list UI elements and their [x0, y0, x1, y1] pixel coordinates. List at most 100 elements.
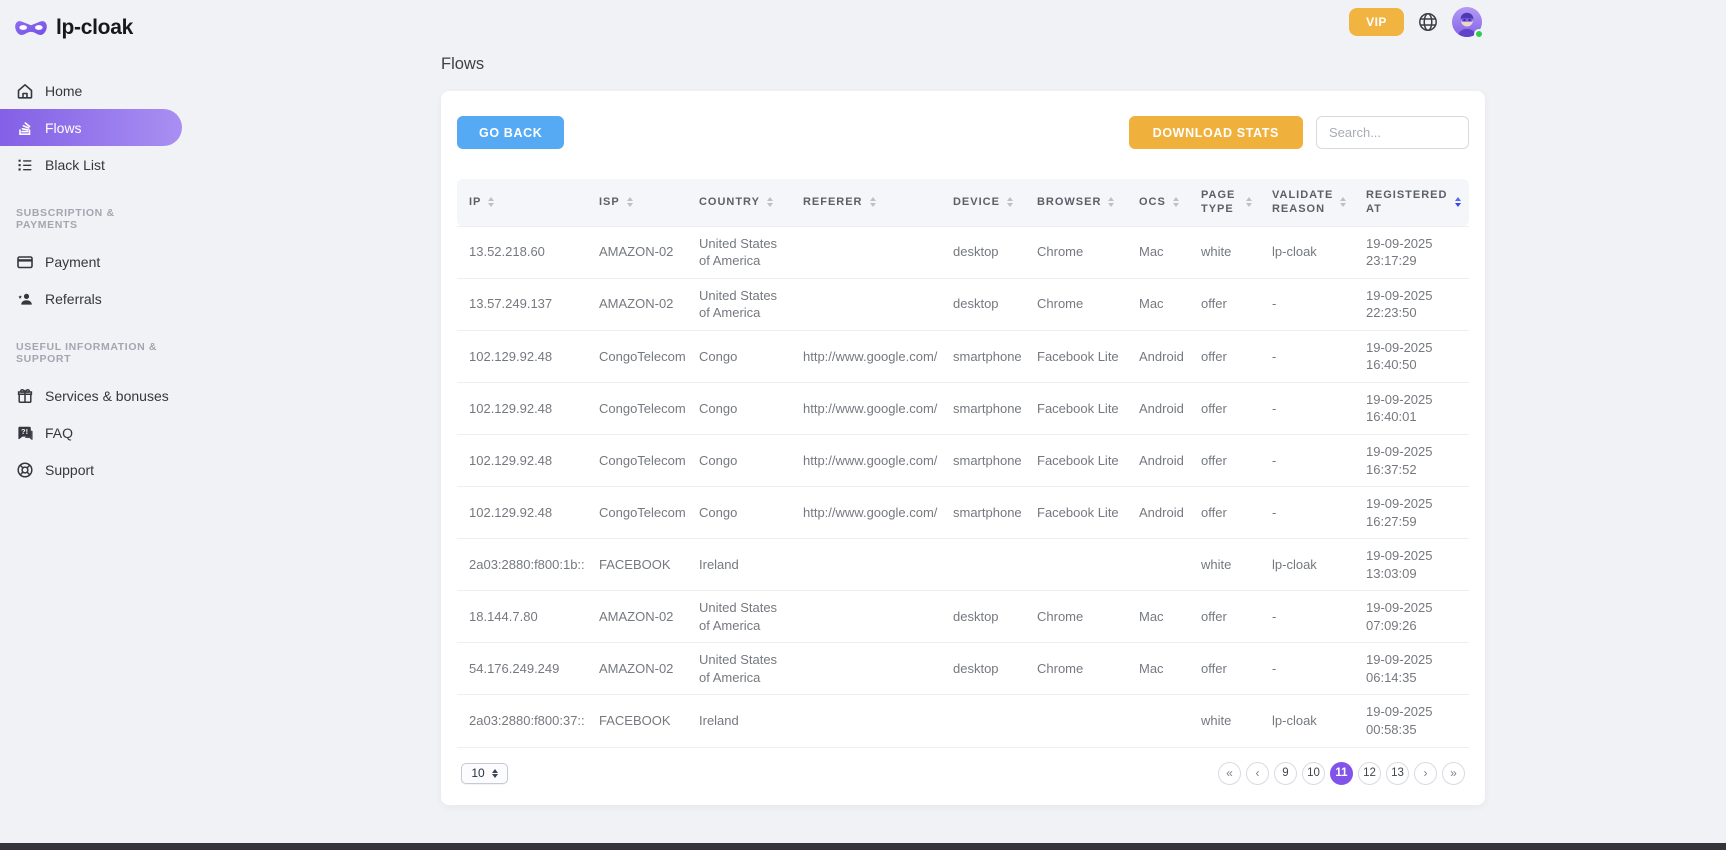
sidebar-item-flows[interactable]: Flows: [0, 109, 182, 146]
cell-validate-reason: lp-cloak: [1260, 226, 1354, 278]
page-size-select[interactable]: 10: [461, 763, 508, 784]
next-page-button[interactable]: ›: [1414, 762, 1437, 785]
cell-ip: 13.52.218.60: [457, 226, 587, 278]
page-button[interactable]: 9: [1274, 762, 1297, 785]
cell-referer: [791, 695, 941, 747]
cell-device: [941, 695, 1025, 747]
column-header-ocs[interactable]: OCS: [1127, 179, 1189, 226]
cell-referer: [791, 591, 941, 643]
cell-registered-at: 19-09-2025 16:27:59: [1354, 487, 1469, 539]
sort-icon-active: [1455, 197, 1461, 207]
cell-ip: 54.176.249.249: [457, 643, 587, 695]
column-header-referer[interactable]: REFERER: [791, 179, 941, 226]
cell-ocs: Android: [1127, 382, 1189, 434]
search-input[interactable]: [1316, 116, 1469, 149]
sidebar-item-support[interactable]: Support: [0, 451, 182, 488]
column-header-ip[interactable]: IP: [457, 179, 587, 226]
sidebar-item-services-bonuses[interactable]: Services & bonuses: [0, 377, 182, 414]
gift-icon: [16, 387, 34, 405]
cell-device: smartphone: [941, 487, 1025, 539]
column-header-browser[interactable]: BROWSER: [1025, 179, 1127, 226]
page-button[interactable]: 10: [1302, 762, 1325, 785]
sidebar-item-home[interactable]: Home: [0, 72, 182, 109]
download-stats-button[interactable]: DOWNLOAD STATS: [1129, 116, 1303, 149]
cell-country: United States of America: [687, 591, 791, 643]
cell-isp: CongoTelecom: [587, 487, 687, 539]
cell-browser: Facebook Lite: [1025, 487, 1127, 539]
sort-icon: [627, 197, 633, 207]
cell-ip: 102.129.92.48: [457, 330, 587, 382]
page-button[interactable]: 11: [1330, 762, 1353, 785]
sidebar: lp-cloak Home Flows Black List SUBSCRIPT…: [0, 0, 200, 850]
sidebar-item-black-list[interactable]: Black List: [0, 146, 182, 183]
first-page-button[interactable]: «: [1218, 762, 1241, 785]
last-page-button[interactable]: »: [1442, 762, 1465, 785]
table-row: 102.129.92.48 CongoTelecom Congo http://…: [457, 434, 1469, 486]
cell-device: smartphone: [941, 330, 1025, 382]
cell-ocs: Mac: [1127, 591, 1189, 643]
sort-icon: [870, 197, 876, 207]
cell-country: Congo: [687, 434, 791, 486]
column-header-country[interactable]: COUNTRY: [687, 179, 791, 226]
brand-logo: lp-cloak: [0, 10, 200, 46]
cell-browser: Chrome: [1025, 643, 1127, 695]
column-header-validate-reason[interactable]: VALIDATE REASON: [1260, 179, 1354, 226]
cell-ocs: Mac: [1127, 226, 1189, 278]
page-button[interactable]: 13: [1386, 762, 1409, 785]
cell-validate-reason: -: [1260, 382, 1354, 434]
page-button[interactable]: 12: [1358, 762, 1381, 785]
column-header-registered-at[interactable]: REGISTERED AT: [1354, 179, 1469, 226]
cell-isp: AMAZON-02: [587, 591, 687, 643]
table-row: 13.57.249.137 AMAZON-02 United States of…: [457, 278, 1469, 330]
cell-country: United States of America: [687, 226, 791, 278]
table-header: IP ISP COUNTRY REFERER DEVICE BROWSER OC…: [457, 179, 1469, 226]
cell-validate-reason: lp-cloak: [1260, 539, 1354, 591]
cell-ip: 102.129.92.48: [457, 382, 587, 434]
sidebar-item-label: Support: [45, 462, 94, 478]
cell-referer: [791, 539, 941, 591]
stepper-icon: [492, 769, 498, 778]
column-header-isp[interactable]: ISP: [587, 179, 687, 226]
cell-browser: Facebook Lite: [1025, 382, 1127, 434]
cell-isp: AMAZON-02: [587, 226, 687, 278]
cell-validate-reason: -: [1260, 643, 1354, 695]
cell-referer: http://www.google.com/: [791, 487, 941, 539]
sidebar-item-faq[interactable]: ?! FAQ: [0, 414, 182, 451]
bottom-edge: [0, 843, 1726, 850]
sort-icon: [1340, 197, 1346, 207]
cell-device: smartphone: [941, 434, 1025, 486]
prev-page-button[interactable]: ‹: [1246, 762, 1269, 785]
cell-validate-reason: -: [1260, 434, 1354, 486]
cell-ip: 18.144.7.80: [457, 591, 587, 643]
cell-referer: http://www.google.com/: [791, 434, 941, 486]
flows-card: GO BACK DOWNLOAD STATS IP ISP COUNTRY RE…: [441, 91, 1485, 805]
cell-referer: http://www.google.com/: [791, 382, 941, 434]
pagination: « ‹ 9 10 11 12 13: [1218, 762, 1465, 785]
cell-device: desktop: [941, 643, 1025, 695]
cell-isp: AMAZON-02: [587, 643, 687, 695]
cell-country: Congo: [687, 330, 791, 382]
column-header-device[interactable]: DEVICE: [941, 179, 1025, 226]
cell-page-type: offer: [1189, 643, 1260, 695]
cell-isp: FACEBOOK: [587, 695, 687, 747]
cell-registered-at: 19-09-2025 16:40:50: [1354, 330, 1469, 382]
column-header-page-type[interactable]: PAGE TYPE: [1189, 179, 1260, 226]
table-row: 102.129.92.48 CongoTelecom Congo http://…: [457, 330, 1469, 382]
cell-validate-reason: -: [1260, 278, 1354, 330]
cell-browser: Facebook Lite: [1025, 330, 1127, 382]
go-back-button[interactable]: GO BACK: [457, 116, 564, 149]
brand-name: lp-cloak: [56, 16, 133, 40]
cell-browser: Chrome: [1025, 591, 1127, 643]
sort-icon: [1108, 197, 1114, 207]
cell-ocs: Android: [1127, 330, 1189, 382]
cell-browser: [1025, 695, 1127, 747]
sidebar-item-payment[interactable]: Payment: [0, 243, 182, 280]
cell-ocs: [1127, 695, 1189, 747]
referral-user-icon: [16, 290, 34, 308]
sidebar-item-label: Home: [45, 83, 82, 99]
cell-registered-at: 19-09-2025 13:03:09: [1354, 539, 1469, 591]
cell-isp: CongoTelecom: [587, 330, 687, 382]
sidebar-item-referrals[interactable]: Referrals: [0, 280, 182, 317]
mask-icon: [14, 16, 48, 40]
cell-page-type: white: [1189, 695, 1260, 747]
